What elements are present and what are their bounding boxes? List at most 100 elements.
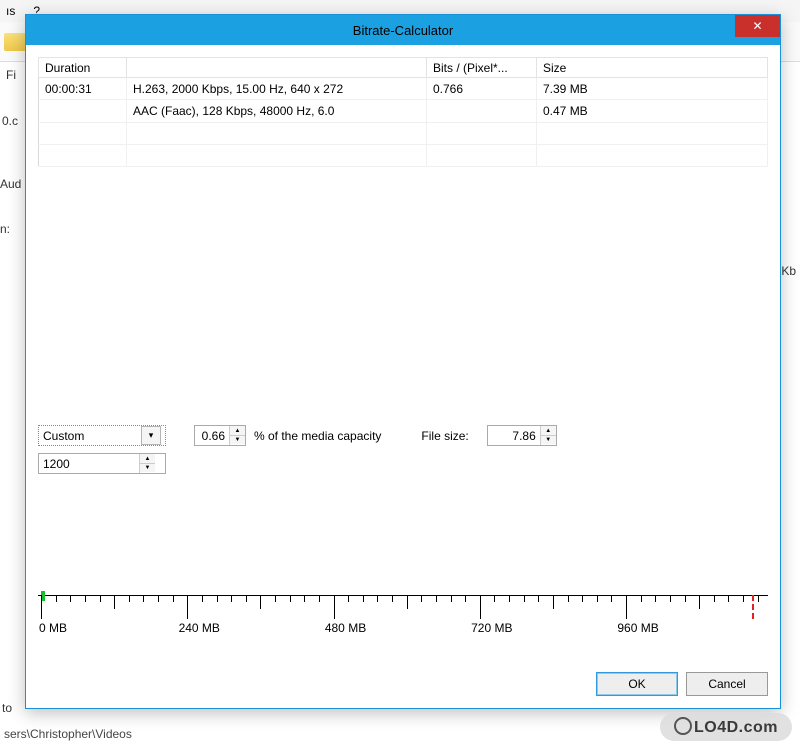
- table-row[interactable]: [39, 144, 768, 166]
- ruler-tick-minor: [129, 595, 130, 602]
- ruler-tick-minor: [509, 595, 510, 602]
- ruler-tick-medium: [553, 595, 554, 609]
- cell-size: 7.39 MB: [537, 78, 768, 100]
- titlebar[interactable]: Bitrate-Calculator ✕: [26, 15, 780, 45]
- background-path: sers\Christopher\Videos: [4, 727, 132, 741]
- ruler-tick-medium: [407, 595, 408, 609]
- filesize-label: File size:: [421, 429, 468, 443]
- dialog-title: Bitrate-Calculator: [353, 23, 453, 38]
- ruler-tick-minor: [217, 595, 218, 602]
- cell-bits: 0.766: [427, 78, 537, 100]
- ruler-tick-label: 0 MB: [39, 621, 67, 635]
- bg-label: n:: [0, 222, 10, 236]
- watermark: LO4D.com: [660, 713, 792, 741]
- ruler-tick-minor: [377, 595, 378, 602]
- ruler-tick-label: 480 MB: [325, 621, 366, 635]
- bitrate-spinner[interactable]: ▲ ▼: [38, 453, 166, 474]
- percent-label: % of the media capacity: [254, 429, 381, 443]
- ruler-tick-minor: [290, 595, 291, 602]
- ruler-tick-minor: [714, 595, 715, 602]
- cell-desc: AAC (Faac), 128 Kbps, 48000 Hz, 6.0: [127, 100, 427, 122]
- ruler-tick-minor: [524, 595, 525, 602]
- cell-size: 0.47 MB: [537, 100, 768, 122]
- bg-label: Aud: [0, 177, 21, 191]
- bg-menu-item[interactable]: ıs: [2, 2, 19, 20]
- dialog-body: Duration Bits / (Pixel*... Size 00:00:31…: [26, 45, 780, 708]
- spinner-up-icon[interactable]: ▲: [230, 426, 245, 435]
- ruler-tick-minor: [363, 595, 364, 602]
- spinner-down-icon[interactable]: ▼: [140, 463, 155, 472]
- percent-input[interactable]: [195, 426, 229, 445]
- globe-icon: [674, 717, 692, 735]
- ruler-tick-minor: [85, 595, 86, 602]
- spinner-down-icon[interactable]: ▼: [541, 435, 556, 444]
- ruler-tick-minor: [582, 595, 583, 602]
- spinner-up-icon[interactable]: ▲: [541, 426, 556, 435]
- ruler-tick-medium: [260, 595, 261, 609]
- table-row[interactable]: [39, 122, 768, 144]
- ruler-tick-minor: [70, 595, 71, 602]
- bitrate-input[interactable]: [39, 454, 139, 473]
- col-header-desc[interactable]: [127, 58, 427, 78]
- spinner-down-icon[interactable]: ▼: [230, 435, 245, 444]
- ruler-tick-minor: [597, 595, 598, 602]
- ruler-tick-minor: [728, 595, 729, 602]
- spinner-up-icon[interactable]: ▲: [140, 454, 155, 463]
- cell-desc: H.263, 2000 Kbps, 15.00 Hz, 640 x 272: [127, 78, 427, 100]
- chevron-down-icon: ▾: [141, 426, 161, 445]
- ruler-tick-minor: [143, 595, 144, 602]
- ruler-tick-major: [334, 595, 335, 619]
- ruler-tick-minor: [451, 595, 452, 602]
- ruler-tick-major: [187, 595, 188, 619]
- percent-spinner[interactable]: ▲ ▼: [194, 425, 246, 446]
- ruler-baseline: [38, 595, 768, 596]
- cell-bits: [427, 100, 537, 122]
- ruler-tick-minor: [173, 595, 174, 602]
- folder-icon[interactable]: [4, 33, 26, 51]
- close-button[interactable]: ✕: [735, 15, 780, 37]
- ruler-tick-minor: [436, 595, 437, 602]
- ruler-tick-minor: [538, 595, 539, 602]
- ruler-tick-major: [480, 595, 481, 619]
- ruler-tick-minor: [743, 595, 744, 602]
- ruler-tick-minor: [246, 595, 247, 602]
- ruler-tick-minor: [304, 595, 305, 602]
- streams-table: Duration Bits / (Pixel*... Size 00:00:31…: [38, 57, 768, 167]
- ruler-tick-major: [41, 595, 42, 619]
- ruler-tick-minor: [231, 595, 232, 602]
- ruler-tick-minor: [758, 595, 759, 602]
- ruler-limit-marker: [752, 595, 754, 619]
- ruler-tick-minor: [568, 595, 569, 602]
- dialog-buttons: OK Cancel: [596, 672, 768, 696]
- bitrate-row: ▲ ▼: [38, 453, 166, 474]
- ruler-tick-minor: [158, 595, 159, 602]
- media-select-value: Custom: [43, 429, 84, 443]
- ruler-tick-minor: [56, 595, 57, 602]
- cancel-button[interactable]: Cancel: [686, 672, 768, 696]
- ruler-tick-minor: [348, 595, 349, 602]
- ruler-tick-label: 720 MB: [471, 621, 512, 635]
- media-select[interactable]: Custom ▾: [38, 425, 166, 446]
- size-ruler[interactable]: 0 MB 240 MB 480 MB 720 MB 960 MB: [38, 595, 768, 655]
- close-icon: ✕: [752, 19, 762, 33]
- ruler-tick-major: [626, 595, 627, 619]
- controls-row: Custom ▾ ▲ ▼ % of the media capacity Fil…: [38, 425, 768, 446]
- col-header-duration[interactable]: Duration: [39, 58, 127, 78]
- ruler-tick-minor: [100, 595, 101, 602]
- ruler-tick-minor: [641, 595, 642, 602]
- table-row[interactable]: AAC (Faac), 128 Kbps, 48000 Hz, 6.0 0.47…: [39, 100, 768, 122]
- cell-duration: 00:00:31: [39, 78, 127, 100]
- bitrate-calculator-dialog: Bitrate-Calculator ✕ Duration Bits / (Pi…: [25, 14, 781, 709]
- ruler-tick-minor: [699, 595, 700, 609]
- ok-button[interactable]: OK: [596, 672, 678, 696]
- col-header-size[interactable]: Size: [537, 58, 768, 78]
- col-header-bits[interactable]: Bits / (Pixel*...: [427, 58, 537, 78]
- ruler-tick-minor: [655, 595, 656, 602]
- ruler-tick-minor: [465, 595, 466, 602]
- filesize-input[interactable]: [488, 426, 540, 445]
- ruler-tick-label: 240 MB: [179, 621, 220, 635]
- ruler-tick-minor: [611, 595, 612, 602]
- table-row[interactable]: 00:00:31 H.263, 2000 Kbps, 15.00 Hz, 640…: [39, 78, 768, 100]
- ruler-tick-label: 960 MB: [617, 621, 658, 635]
- filesize-spinner[interactable]: ▲ ▼: [487, 425, 557, 446]
